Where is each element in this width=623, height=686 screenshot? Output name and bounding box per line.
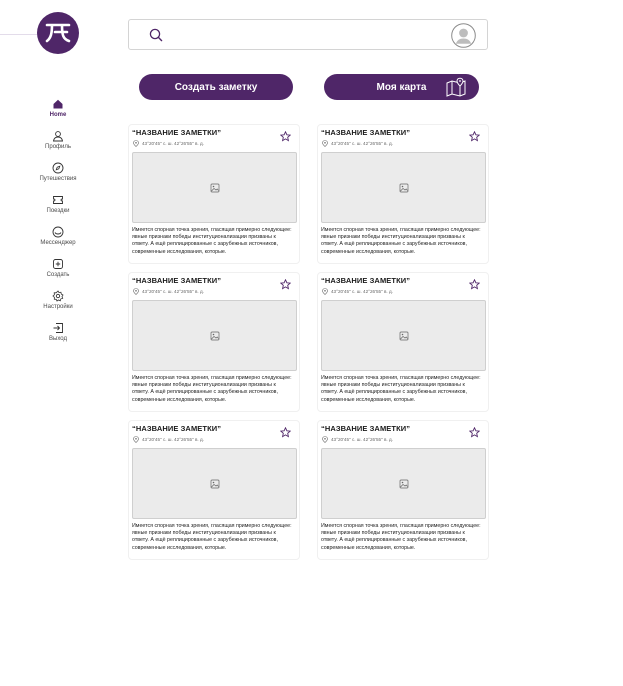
note-description: Имеется спорная точка зрения, гласящая п… [321, 375, 481, 403]
note-image-placeholder[interactable] [132, 152, 297, 223]
star-icon[interactable] [280, 427, 291, 438]
note-card[interactable]: “НАЗВАНИЕ ЗАМЕТКИ” 43°20'45" с. ш. 42°26… [317, 272, 489, 412]
sidebar-item-label: Выход [49, 336, 67, 342]
chat-icon [52, 226, 64, 238]
note-card[interactable]: “НАЗВАНИЕ ЗАМЕТКИ” 43°20'45" с. ш. 42°26… [317, 420, 489, 560]
location-pin-icon [133, 140, 139, 147]
image-icon [399, 479, 408, 488]
sidebar-item-home[interactable]: Home [30, 98, 86, 130]
note-image-placeholder[interactable] [132, 448, 297, 519]
map-pin-icon [446, 77, 466, 97]
note-image-placeholder[interactable] [321, 300, 486, 371]
location-pin-icon [322, 436, 328, 443]
search-icon[interactable] [149, 28, 163, 42]
sidebar-item-label: Путешествия [39, 176, 77, 182]
sidebar-item-create[interactable]: Создать [30, 258, 86, 290]
search-bar [128, 19, 488, 50]
image-icon [210, 331, 219, 340]
image-icon [399, 331, 408, 340]
ticket-icon [53, 196, 63, 204]
sidebar-item-label: Home [49, 112, 67, 118]
star-icon[interactable] [280, 131, 291, 142]
plus-square-icon [53, 259, 63, 269]
note-description: Имеется спорная точка зрения, гласящая п… [321, 523, 481, 551]
note-image-placeholder[interactable] [132, 300, 297, 371]
avatar-icon[interactable] [451, 23, 476, 48]
star-icon[interactable] [469, 279, 480, 290]
note-location: 43°20'45" с. ш. 42°26'55" в. д. [133, 288, 204, 295]
star-icon[interactable] [469, 131, 480, 142]
my-map-button-label: Моя карта [376, 81, 427, 93]
note-coords: 43°20'45" с. ш. 42°26'55" в. д. [142, 141, 204, 146]
gear-icon [52, 290, 64, 302]
note-coords: 43°20'45" с. ш. 42°26'55" в. д. [331, 437, 393, 442]
sidebar-item-profile[interactable]: Профиль [30, 130, 86, 162]
sidebar-item-trips[interactable]: Поездки [30, 194, 86, 226]
note-title: “НАЗВАНИЕ ЗАМЕТКИ” [132, 424, 222, 433]
image-icon [210, 183, 219, 192]
sidebar-item-settings[interactable]: Настройки [30, 290, 86, 322]
logo-mark-icon [45, 23, 71, 43]
note-location: 43°20'45" с. ш. 42°26'55" в. д. [322, 140, 393, 147]
note-card[interactable]: “НАЗВАНИЕ ЗАМЕТКИ” 43°20'45" с. ш. 42°26… [128, 124, 300, 264]
note-title: “НАЗВАНИЕ ЗАМЕТКИ” [321, 424, 411, 433]
location-pin-icon [322, 140, 328, 147]
note-description: Имеется спорная точка зрения, гласящая п… [321, 227, 481, 255]
note-card[interactable]: “НАЗВАНИЕ ЗАМЕТКИ” 43°20'45" с. ш. 42°26… [317, 124, 489, 264]
user-icon [52, 131, 64, 142]
note-card[interactable]: “НАЗВАНИЕ ЗАМЕТКИ” 43°20'45" с. ш. 42°26… [128, 420, 300, 560]
search-input[interactable] [171, 26, 435, 46]
location-pin-icon [133, 436, 139, 443]
location-pin-icon [322, 288, 328, 295]
note-coords: 43°20'45" с. ш. 42°26'55" в. д. [142, 437, 204, 442]
note-image-placeholder[interactable] [321, 448, 486, 519]
create-note-button[interactable]: Создать заметку [139, 74, 293, 100]
sidebar-item-messenger[interactable]: Мессенджер [30, 226, 86, 258]
sidebar-nav: Home Профиль Путешествия Поездки Мессенд… [30, 98, 86, 354]
star-icon[interactable] [280, 279, 291, 290]
image-icon [210, 479, 219, 488]
location-pin-icon [133, 288, 139, 295]
sidebar-item-travels[interactable]: Путешествия [30, 162, 86, 194]
note-title: “НАЗВАНИЕ ЗАМЕТКИ” [132, 276, 222, 285]
note-title: “НАЗВАНИЕ ЗАМЕТКИ” [321, 276, 411, 285]
note-coords: 43°20'45" с. ш. 42°26'55" в. д. [331, 289, 393, 294]
note-image-placeholder[interactable] [321, 152, 486, 223]
note-coords: 43°20'45" с. ш. 42°26'55" в. д. [331, 141, 393, 146]
sidebar-item-label: Мессенджер [40, 240, 76, 246]
note-location: 43°20'45" с. ш. 42°26'55" в. д. [322, 288, 393, 295]
sidebar-item-label: Создать [46, 272, 70, 278]
note-description: Имеется спорная точка зрения, гласящая п… [132, 227, 292, 255]
note-description: Имеется спорная точка зрения, гласящая п… [132, 523, 292, 551]
note-title: “НАЗВАНИЕ ЗАМЕТКИ” [321, 128, 411, 137]
note-card[interactable]: “НАЗВАНИЕ ЗАМЕТКИ” 43°20'45" с. ш. 42°26… [128, 272, 300, 412]
compass-icon [52, 162, 64, 174]
sidebar-item-label: Поездки [46, 208, 70, 214]
image-icon [399, 183, 408, 192]
sidebar-item-label: Настройки [43, 304, 73, 310]
note-coords: 43°20'45" с. ш. 42°26'55" в. д. [142, 289, 204, 294]
logo-divider [0, 34, 38, 35]
sidebar-item-label: Профиль [45, 144, 71, 150]
app-logo[interactable] [37, 12, 79, 54]
note-location: 43°20'45" с. ш. 42°26'55" в. д. [322, 436, 393, 443]
star-icon[interactable] [469, 427, 480, 438]
home-icon [53, 99, 63, 109]
note-location: 43°20'45" с. ш. 42°26'55" в. д. [133, 436, 204, 443]
note-location: 43°20'45" с. ш. 42°26'55" в. д. [133, 140, 204, 147]
note-title: “НАЗВАНИЕ ЗАМЕТКИ” [132, 128, 222, 137]
logout-icon [53, 323, 63, 333]
my-map-button[interactable]: Моя карта [324, 74, 479, 100]
note-description: Имеется спорная точка зрения, гласящая п… [132, 375, 292, 403]
sidebar-item-logout[interactable]: Выход [30, 322, 86, 354]
